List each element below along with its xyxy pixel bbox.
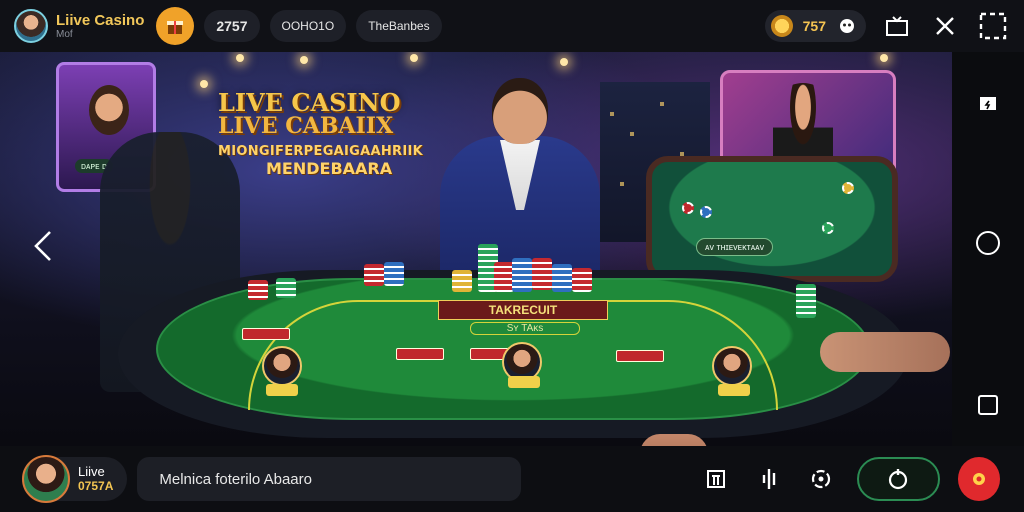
camera-switch-icon xyxy=(812,469,831,489)
table-sublabel: Sʏ TAᴋs xyxy=(470,322,580,335)
right-nav xyxy=(952,52,1024,446)
square-icon xyxy=(978,395,998,415)
coin-icon xyxy=(770,15,793,37)
seat-avatar[interactable] xyxy=(712,346,752,386)
top-bar: Liive Casino Mof 2757 OOHO1O TheBanbes 7… xyxy=(0,0,1024,52)
title-line-3: MIONGIFERPEGAIGAAHRIIK xyxy=(218,144,423,160)
table-label: TAKRECUIT xyxy=(438,300,608,320)
player-hand-bottom xyxy=(640,434,708,446)
gift-button[interactable] xyxy=(156,7,195,45)
close-button[interactable] xyxy=(928,9,962,43)
home-button[interactable] xyxy=(973,228,1003,258)
host-id: 0757A xyxy=(78,478,114,493)
tv-button[interactable] xyxy=(880,9,914,43)
camera-switch-button[interactable] xyxy=(804,461,839,497)
mini-table-label: ᴀᴠ ᴛʜɪᴇᴠᴇᴋᴛᴀᴀᴠ xyxy=(696,238,774,256)
tab-1[interactable]: OOHO1O xyxy=(269,10,347,42)
back-arrow-icon[interactable] xyxy=(30,228,54,264)
mic-button[interactable] xyxy=(751,461,786,497)
player-hand-right xyxy=(820,332,950,372)
mic-icon xyxy=(762,469,775,489)
bet-spot[interactable] xyxy=(396,348,444,360)
seat-avatar[interactable] xyxy=(262,346,302,386)
report-button[interactable] xyxy=(973,88,1003,118)
title-line-2: LIVE CABAIIX xyxy=(218,113,394,140)
recent-apps-button[interactable] xyxy=(973,390,1003,420)
hero-title: LIVE CASINO LIVE CABAIIX MIONGIFERPEGAIG… xyxy=(218,90,458,178)
gift-icon xyxy=(167,21,184,34)
record-button[interactable] xyxy=(957,457,1000,501)
brand: Liive Casino Mof xyxy=(56,13,144,40)
refresh-button[interactable] xyxy=(856,457,940,501)
fullscreen-icon xyxy=(979,12,1007,40)
home-circle-icon xyxy=(976,231,1000,255)
host-avatar xyxy=(22,455,70,503)
app-subtitle: Mof xyxy=(56,28,73,40)
menu-button[interactable] xyxy=(699,461,734,497)
game-table: TAKRECUIT Sʏ TAᴋs xyxy=(118,270,908,438)
report-icon xyxy=(980,97,996,110)
bet-spot[interactable] xyxy=(242,328,290,340)
chat-input[interactable]: Melnica foterilo Abaaro xyxy=(137,457,521,501)
refresh-icon xyxy=(888,469,908,490)
tab-2[interactable]: TheBanbes xyxy=(356,10,442,42)
live-video-stage[interactable]: ᴅᴀᴘᴇ ᴅ LIVE CASINO LIVE CABAIIX MIONGIFE… xyxy=(0,52,952,446)
coin-pill[interactable]: 757 xyxy=(764,10,866,42)
close-icon xyxy=(936,17,954,35)
bottom-bar: Liive 0757A Melnica foterilo Abaaro xyxy=(0,446,1024,512)
monitor-host-face xyxy=(89,85,129,135)
controller-icon xyxy=(840,19,854,33)
balance-pill[interactable]: 2757 xyxy=(204,10,260,42)
coin-balance: 757 xyxy=(802,18,826,34)
mini-table: ᴀᴠ ᴛʜɪᴇᴠᴇᴋᴛᴀᴀᴠ xyxy=(646,156,898,282)
menu-icon xyxy=(706,470,725,488)
record-icon xyxy=(972,473,985,485)
fullscreen-button[interactable] xyxy=(976,9,1010,43)
host-label: Liive xyxy=(78,464,105,480)
tv-icon xyxy=(886,16,908,36)
bet-spot[interactable] xyxy=(616,350,664,362)
profile-avatar[interactable] xyxy=(14,9,48,43)
host-pill[interactable]: Liive 0757A xyxy=(22,455,128,503)
title-line-1: LIVE CASINO xyxy=(218,88,401,117)
app-title: Liive Casino xyxy=(56,11,145,29)
